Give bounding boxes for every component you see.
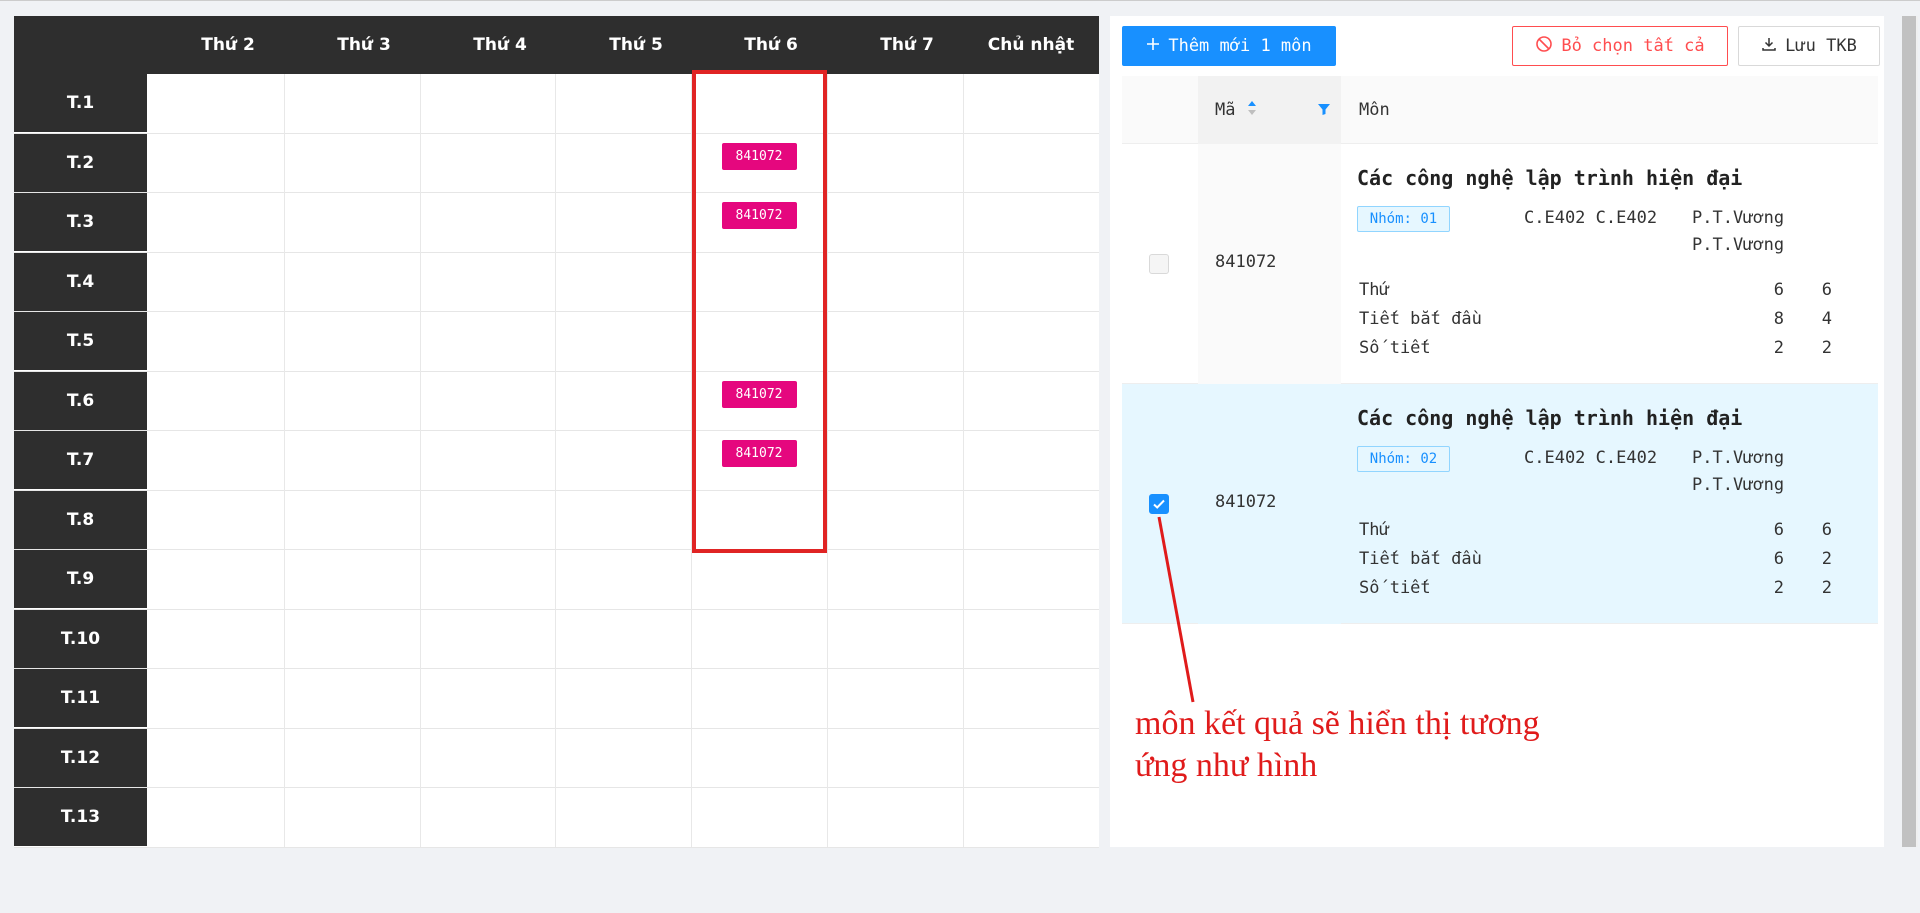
teacher-name: P.T.Vương bbox=[1692, 448, 1785, 468]
period-label: T.11 bbox=[14, 669, 147, 727]
row-checkbox[interactable] bbox=[1149, 494, 1169, 514]
day-header: Thứ 2 bbox=[201, 35, 255, 55]
row-checkbox[interactable] bbox=[1149, 254, 1169, 274]
stop-icon bbox=[1535, 35, 1553, 58]
course-title: Các công nghệ lập trình hiện đại bbox=[1357, 166, 1743, 190]
period-count-value: 2 bbox=[1821, 578, 1832, 598]
day-header: Thứ 4 bbox=[473, 35, 527, 55]
period-label: T.6 bbox=[14, 371, 147, 430]
sort-icon[interactable] bbox=[1247, 100, 1257, 121]
period-label: T.12 bbox=[14, 728, 147, 787]
course-code: 841072 bbox=[1215, 252, 1277, 272]
grid-divider bbox=[420, 74, 421, 847]
day-label: Thứ bbox=[1359, 520, 1390, 540]
annotation-text: môn kết quả sẽ hiển thị tương ứng như hì… bbox=[1135, 705, 1540, 784]
timetable-row: T.5 bbox=[14, 312, 1099, 372]
day-header: Thứ 6 bbox=[744, 35, 798, 55]
day-value: 6 bbox=[1773, 280, 1784, 300]
teacher-name: P.T.Vương bbox=[1692, 475, 1785, 495]
day-header: Thứ 3 bbox=[337, 35, 391, 55]
day-header: Chủ nhật bbox=[987, 35, 1075, 55]
day-value: 6 bbox=[1773, 520, 1784, 540]
grid-divider bbox=[963, 74, 964, 847]
period-label: T.9 bbox=[14, 550, 147, 608]
day-header: Thứ 5 bbox=[609, 35, 663, 55]
group-badge: Nhóm: 01 bbox=[1357, 206, 1450, 232]
period-label: T.2 bbox=[14, 133, 147, 192]
grid-divider bbox=[555, 74, 556, 847]
check-icon bbox=[1153, 499, 1165, 509]
timetable-row: T.7 bbox=[14, 431, 1099, 491]
period-label: T.3 bbox=[14, 193, 147, 251]
add-course-button[interactable]: Thêm mới 1 môn bbox=[1122, 26, 1336, 66]
save-timetable-button[interactable]: Lưu TKB bbox=[1738, 26, 1880, 66]
add-course-label: Thêm mới 1 môn bbox=[1168, 36, 1312, 56]
group-badge: Nhóm: 02 bbox=[1357, 446, 1450, 472]
window-top-border bbox=[0, 0, 1920, 1]
period-label: T.13 bbox=[14, 788, 147, 846]
grid-divider bbox=[284, 74, 285, 847]
period-count-value: 2 bbox=[1821, 338, 1832, 358]
timetable-row: T.3 bbox=[14, 193, 1099, 253]
subject-column-header: Môn bbox=[1359, 100, 1390, 120]
period-label: T.1 bbox=[14, 74, 147, 132]
scrollbar-thumb[interactable] bbox=[1902, 16, 1916, 847]
timetable-row: T.6 bbox=[14, 371, 1099, 431]
filter-icon[interactable] bbox=[1317, 101, 1331, 120]
save-timetable-label: Lưu TKB bbox=[1785, 36, 1857, 56]
course-title: Các công nghệ lập trình hiện đại bbox=[1357, 406, 1743, 430]
timetable-header: Thứ 2 Thứ 3 Thứ 4 Thứ 5 Thứ 6 Thứ 7 Chủ … bbox=[14, 16, 1099, 74]
start-period-value: 6 bbox=[1773, 549, 1784, 569]
start-period-value: 4 bbox=[1821, 309, 1832, 329]
period-label: T.4 bbox=[14, 252, 147, 311]
code-column-header[interactable]: Mã bbox=[1215, 76, 1257, 144]
grid-divider bbox=[827, 74, 828, 847]
period-count-label: Số tiết bbox=[1359, 338, 1431, 358]
teacher-name: P.T.Vương bbox=[1692, 208, 1785, 228]
timetable-row: T.4 bbox=[14, 252, 1099, 312]
timetable-row: T.10 bbox=[14, 609, 1099, 669]
day-value: 6 bbox=[1821, 280, 1832, 300]
day-label: Thứ bbox=[1359, 280, 1390, 300]
timetable-row: T.9 bbox=[14, 550, 1099, 610]
start-period-value: 8 bbox=[1773, 309, 1784, 329]
teacher-name: P.T.Vương bbox=[1692, 235, 1785, 255]
download-icon bbox=[1761, 36, 1777, 57]
period-label: T.7 bbox=[14, 431, 147, 489]
table-header: Mã Môn bbox=[1122, 76, 1878, 144]
plus-icon bbox=[1146, 36, 1160, 56]
table-row-selected: 841072 Các công nghệ lập trình hiện đại … bbox=[1122, 384, 1878, 624]
timetable-row: T.1 bbox=[14, 74, 1099, 134]
start-period-label: Tiết bắt đầu bbox=[1359, 309, 1482, 329]
period-count-value: 2 bbox=[1773, 338, 1784, 358]
timetable-row: T.11 bbox=[14, 669, 1099, 729]
start-period-value: 2 bbox=[1821, 549, 1832, 569]
room-list: C.E402 C.E402 bbox=[1524, 448, 1658, 468]
course-code: 841072 bbox=[1215, 492, 1277, 512]
room-list: C.E402 C.E402 bbox=[1524, 208, 1658, 228]
code-header-label: Mã bbox=[1215, 100, 1236, 120]
clear-all-button[interactable]: Bỏ chọn tất cả bbox=[1512, 26, 1728, 66]
timetable-row: T.2 bbox=[14, 133, 1099, 193]
timetable-row: T.12 bbox=[14, 728, 1099, 788]
period-count-value: 2 bbox=[1773, 578, 1784, 598]
period-count-label: Số tiết bbox=[1359, 578, 1431, 598]
period-label: T.5 bbox=[14, 312, 147, 370]
clear-all-label: Bỏ chọn tất cả bbox=[1561, 36, 1705, 56]
highlight-box bbox=[692, 70, 827, 553]
start-period-label: Tiết bắt đầu bbox=[1359, 549, 1482, 569]
table-row: 841072 Các công nghệ lập trình hiện đại … bbox=[1122, 144, 1878, 384]
period-label: T.8 bbox=[14, 490, 147, 549]
timetable-row: T.13 bbox=[14, 788, 1099, 848]
day-header: Thứ 7 bbox=[880, 35, 934, 55]
timetable-row: T.8 bbox=[14, 490, 1099, 550]
day-value: 6 bbox=[1821, 520, 1832, 540]
timetable-grid: Thứ 2 Thứ 3 Thứ 4 Thứ 5 Thứ 6 Thứ 7 Chủ … bbox=[14, 16, 1099, 848]
period-label: T.10 bbox=[14, 609, 147, 668]
